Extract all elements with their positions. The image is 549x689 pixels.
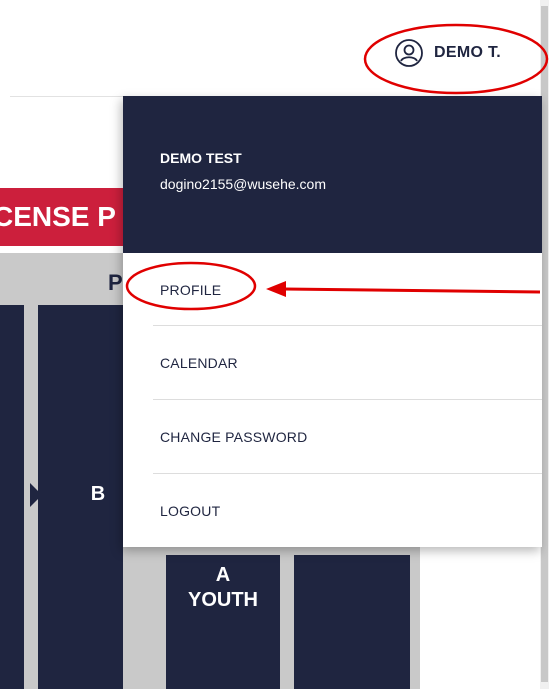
user-full-name: DEMO TEST [160, 150, 242, 166]
column-youth-label: A YOUTH [188, 564, 258, 611]
menu-item-logout[interactable]: LOGOUT [123, 474, 542, 548]
user-circle-icon [395, 39, 423, 67]
menu-item-label: LOGOUT [160, 503, 221, 519]
column-d [294, 555, 410, 689]
menu-item-calendar[interactable]: CALENDAR [123, 326, 542, 400]
scrollbar-thumb[interactable] [541, 6, 548, 682]
user-dropdown-menu: DEMO TEST dogino2155@wusehe.com PROFILE … [123, 96, 542, 547]
menu-item-label: CHANGE PASSWORD [160, 429, 308, 445]
user-display-name: DEMO T. [434, 44, 501, 61]
menu-item-label: PROFILE [160, 282, 222, 298]
license-header-banner: CENSE P [0, 188, 125, 246]
band-letter: P [108, 270, 123, 295]
menu-item-profile[interactable]: PROFILE [123, 253, 542, 327]
dropdown-header: DEMO TEST dogino2155@wusehe.com [123, 96, 542, 253]
user-menu-button[interactable]: DEMO T. [394, 33, 501, 73]
column-a [0, 305, 24, 689]
menu-item-change-password[interactable]: CHANGE PASSWORD [123, 400, 542, 474]
user-email: dogino2155@wusehe.com [160, 176, 326, 192]
menu-item-label: CALENDAR [160, 355, 238, 371]
